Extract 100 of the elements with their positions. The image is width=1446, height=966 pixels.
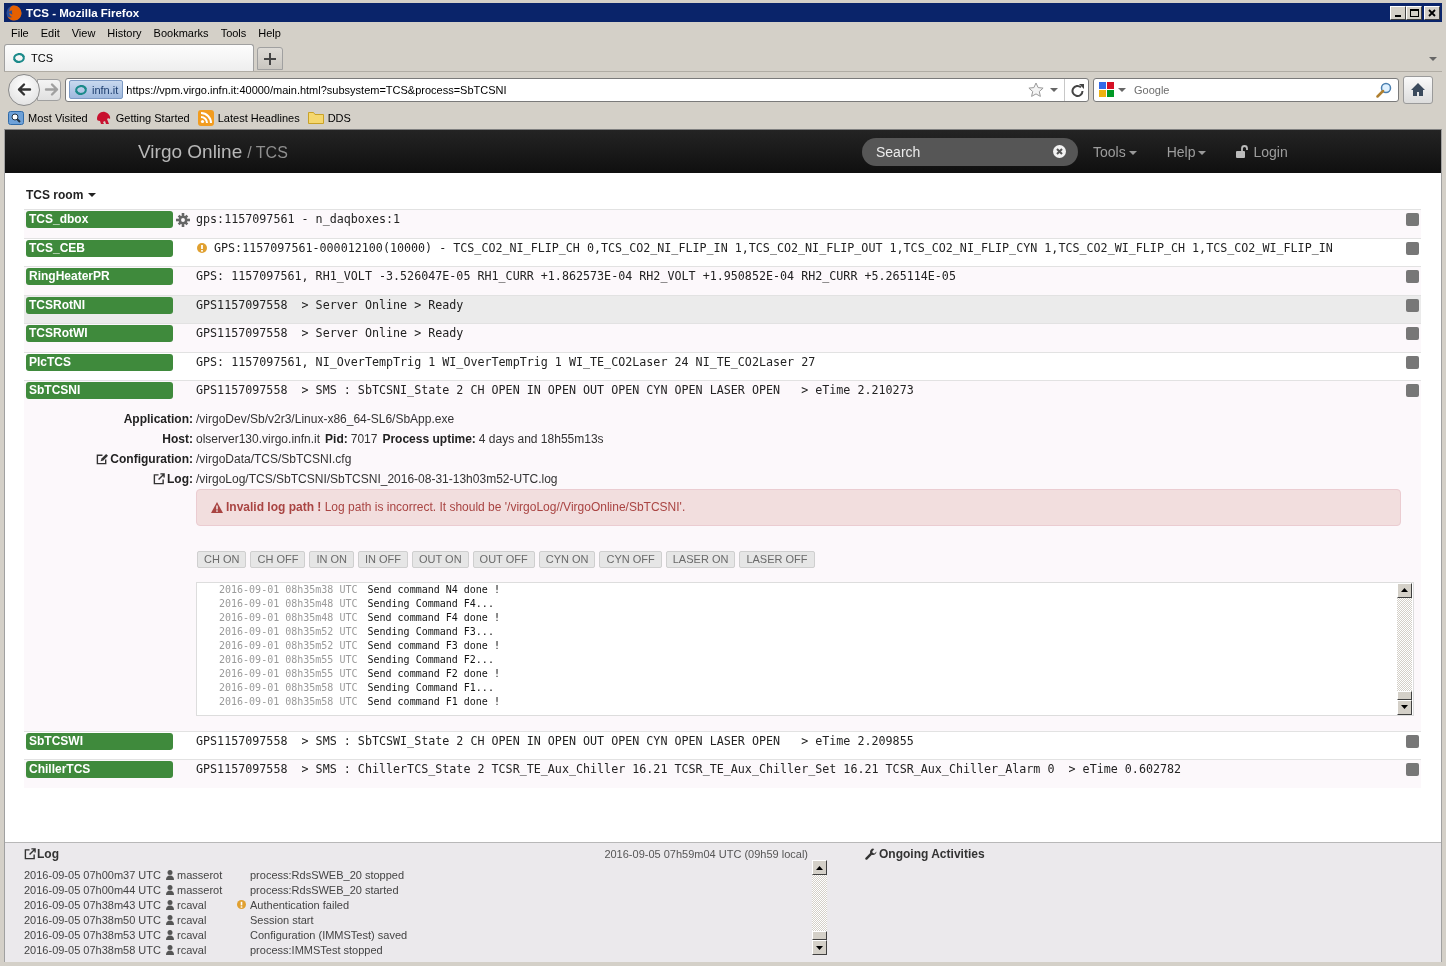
web-search-input[interactable]: Google <box>1134 81 1372 98</box>
web-search-field[interactable]: Google <box>1093 77 1399 102</box>
clock-text: 2016-09-05 07h59m04 UTC (09h59 local) <box>604 847 808 860</box>
menu-item[interactable]: Edit <box>34 26 66 40</box>
caret-icon[interactable] <box>1429 57 1437 61</box>
status-text: GPS1157097558 > SMS : SbTCSNI_State 2 CH OPEN IN OPEN OUT OPEN CYN OPEN LASER OPEN > eTime 2.210273 <box>196 382 914 399</box>
home-button[interactable] <box>1403 75 1433 104</box>
bookmark-item[interactable]: Getting Started <box>91 110 194 126</box>
log-time: 2016-09-01 08h35m38 UTC <box>219 584 358 595</box>
field-value: /virgoDev/Sb/v2r3/Linux-x86_64-SL6/SbApp.exe <box>196 411 455 426</box>
log-message: Configuration (IMMSTest) saved <box>250 928 409 941</box>
command-button[interactable]: CYN ON <box>538 550 596 568</box>
process-button[interactable]: TCS_dbox <box>26 211 173 228</box>
login-link[interactable]: Login <box>1221 143 1288 160</box>
process-button[interactable]: PlcTCS <box>26 353 173 371</box>
search-icon[interactable] <box>1376 81 1392 98</box>
site-identity-button[interactable]: infn.it <box>69 80 124 99</box>
maximize-button[interactable] <box>1406 5 1422 20</box>
colored-blocks-icon[interactable] <box>1099 82 1114 97</box>
process-button[interactable]: TCS_CEB <box>26 239 173 257</box>
status-text: GPS1157097558 > Server Online > Ready <box>196 296 464 314</box>
scroll-up-button[interactable] <box>1397 582 1412 598</box>
field-value: 7017 <box>350 431 378 446</box>
status-text: GPS: 1157097561, RH1_VOLT -3.526047E-05 RH1_CURR +1.862573E-04 RH2_VOLT +1.950852E-04 RH2_CURR +5.265114E-05 <box>196 268 956 285</box>
status-text: GPS:1157097561-000012100(10000) - TCS_CO2_NI_FLIP_CH 0,TCS_CO2_NI_FLIP_IN 1,TCS_CO2_NI_FLIP_OUT 1,TCS_CO2_NI_FLIP_CYN 1,TCS_CO2_WI_FLIP_CH 1,TCS_CO2_WI_FLIP_IN <box>214 239 1333 257</box>
menu-item[interactable]: Help <box>252 26 287 40</box>
log-time: 2016-09-05 07h38m58 UTC <box>24 943 162 956</box>
caret-icon[interactable] <box>1118 87 1126 92</box>
brand-link[interactable]: Virgo Online <box>138 140 243 163</box>
url-input[interactable]: https://vpm.virgo.infn.it:40000/main.html?subsystem=TCS&process=SbTCSNI <box>126 81 1022 98</box>
command-button[interactable]: OUT OFF <box>472 550 535 568</box>
log-user: rcaval <box>177 928 207 941</box>
gear-icon[interactable] <box>176 212 190 227</box>
menu-item[interactable]: Tools <box>214 26 253 40</box>
scroll-thumb[interactable] <box>812 931 827 940</box>
log-message: Session start <box>250 913 315 926</box>
command-button[interactable]: LASER OFF <box>739 550 815 568</box>
command-button[interactable]: CH OFF <box>250 550 306 568</box>
log-user: rcaval <box>177 943 207 956</box>
new-tab-button[interactable] <box>257 47 283 70</box>
browser-tab[interactable]: TCS <box>4 44 254 71</box>
search-field[interactable]: Search <box>862 137 1078 166</box>
star-icon[interactable] <box>1028 81 1044 98</box>
scroll-up-button[interactable] <box>812 860 827 875</box>
bookmark-item[interactable]: Most Visited <box>4 110 92 126</box>
edit-icon[interactable] <box>96 452 109 465</box>
folder-icon <box>307 110 324 126</box>
caret-icon[interactable] <box>1050 87 1058 92</box>
reload-icon[interactable] <box>1070 82 1084 97</box>
section-title: / TCS <box>247 143 288 162</box>
bookmark-item[interactable]: Latest Headlines <box>193 110 304 126</box>
field-value: /virgoLog/TCS/SbTCSNI/SbTCSNI_2016-08-31-13h03m52-UTC.log <box>196 471 558 486</box>
process-button[interactable]: TCSRotNI <box>26 296 173 314</box>
minimize-button[interactable] <box>1390 5 1406 20</box>
search-input[interactable]: Search <box>876 142 1053 161</box>
process-button[interactable]: RingHeaterPR <box>26 268 173 285</box>
command-button[interactable]: CYN OFF <box>599 550 662 568</box>
process-button[interactable]: SbTCSWI <box>26 732 173 750</box>
back-button[interactable] <box>8 73 40 106</box>
external-link-icon[interactable] <box>24 847 36 860</box>
external-link-icon[interactable] <box>153 472 165 485</box>
scroll-thumb[interactable] <box>1397 690 1412 700</box>
process-button[interactable]: TCSRotWI <box>26 325 173 342</box>
process-button[interactable]: ChillerTCS <box>26 761 173 778</box>
square-icon[interactable] <box>1406 734 1419 748</box>
menu-item[interactable]: File <box>5 26 35 40</box>
command-button[interactable]: IN ON <box>309 550 354 568</box>
square-icon[interactable] <box>1406 298 1419 312</box>
command-button[interactable]: LASER ON <box>665 550 736 568</box>
field-label: Process uptime: <box>382 431 476 446</box>
clear-icon[interactable] <box>1053 145 1066 158</box>
command-button[interactable]: IN OFF <box>357 550 409 568</box>
scrollbar[interactable] <box>1397 582 1412 715</box>
square-icon[interactable] <box>1406 355 1419 369</box>
log-user: rcaval <box>177 913 207 926</box>
down-arrow-icon <box>1401 705 1408 709</box>
log-message: Send command N4 done ! <box>367 584 500 595</box>
up-arrow-icon <box>1401 588 1408 592</box>
menu-item[interactable]: History <box>101 26 148 40</box>
room-dropdown[interactable]: TCS room <box>26 187 97 203</box>
nav-dropdown[interactable]: Help <box>1151 143 1207 160</box>
square-icon[interactable] <box>1406 241 1419 255</box>
alert-message: Invalid log path ! Log path is incorrect. It should be '/virgoLog//VirgoOnline/SbTCSNI'. <box>226 500 686 514</box>
nav-dropdown[interactable]: Tools <box>1078 143 1137 160</box>
close-button[interactable] <box>1424 5 1440 20</box>
menu-item[interactable]: Bookmarks <box>147 26 215 40</box>
menu-item[interactable]: View <box>65 26 102 40</box>
command-button[interactable]: OUT ON <box>412 550 469 568</box>
scrollbar[interactable] <box>812 860 827 955</box>
process-button[interactable]: SbTCSNI <box>26 382 173 399</box>
caret-icon <box>1128 151 1137 155</box>
command-button[interactable]: CH ON <box>197 550 247 568</box>
log-time: 2016-09-01 08h35m58 UTC <box>219 682 358 693</box>
log-time: 2016-09-01 08h35m55 UTC <box>219 654 358 665</box>
rss-icon <box>197 110 214 126</box>
address-field[interactable]: infn.it https://vpm.virgo.infn.it:40000/main.html?subsystem=TCS&process=SbTCSNI <box>65 77 1089 102</box>
log-message: Sending Command F1... <box>367 682 494 693</box>
scroll-down-button[interactable] <box>812 940 827 955</box>
user-icon <box>166 929 174 940</box>
bookmark-item[interactable]: DDS <box>303 110 355 126</box>
